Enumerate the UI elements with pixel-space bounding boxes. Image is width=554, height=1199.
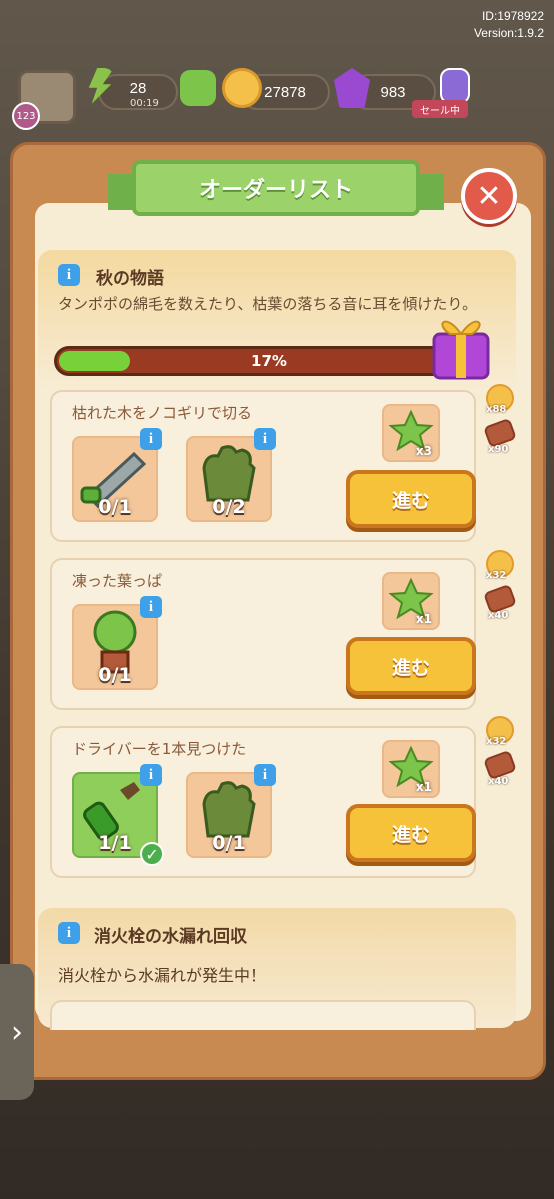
required-item-glove[interactable]: i 0/2 bbox=[186, 428, 276, 522]
side-reward: x88 x90 bbox=[480, 384, 520, 455]
side-coin-count: x88 bbox=[486, 404, 507, 415]
task-name: 枯れた木をノコギリで切る bbox=[72, 404, 253, 422]
dialog-title-ribbon: オーダーリスト bbox=[108, 160, 444, 216]
item-count: 0/1 bbox=[98, 496, 132, 518]
required-item-glove[interactable]: i 0/1 bbox=[186, 764, 276, 858]
go-button[interactable]: 進む bbox=[346, 804, 476, 862]
reward-count: x1 bbox=[415, 612, 432, 626]
item-info-icon[interactable]: i bbox=[140, 764, 162, 786]
story-progress-bar: 17% bbox=[54, 346, 484, 376]
progress-text: 17% bbox=[251, 352, 287, 370]
item-count: 0/2 bbox=[212, 496, 246, 518]
side-drawer-tab[interactable]: › bbox=[0, 964, 34, 1100]
user-id-text: ID:1978922 bbox=[481, 9, 544, 23]
coin-icon bbox=[222, 68, 262, 108]
side-coin-count: x32 bbox=[486, 570, 507, 581]
item-count: 0/1 bbox=[212, 832, 246, 854]
resource-bar: 123 28 00:19 27878 983 セール中 bbox=[0, 60, 554, 130]
side-reward: x32 x40 bbox=[480, 716, 520, 787]
side-wood-count: x40 bbox=[488, 610, 509, 621]
sale-badge: セール中 bbox=[412, 100, 468, 118]
reward-count: x3 bbox=[415, 444, 432, 458]
task-name: 凍った葉っぱ bbox=[72, 572, 163, 590]
go-button[interactable]: 進む bbox=[346, 637, 476, 695]
dialog-title: オーダーリスト bbox=[132, 160, 420, 216]
build-info: ID:1978922 Version:1.9.2 bbox=[474, 8, 544, 42]
gift-box-icon[interactable] bbox=[428, 306, 494, 380]
story-title: 秋の物語 bbox=[96, 269, 164, 289]
task-reward: x3 bbox=[382, 404, 440, 462]
check-icon: ✓ bbox=[140, 842, 164, 866]
story-info-icon[interactable]: i bbox=[58, 264, 80, 286]
side-wood-count: x90 bbox=[488, 444, 509, 455]
task-name: ドライバーを1本見つけた bbox=[72, 740, 247, 758]
go-button[interactable]: 進む bbox=[346, 470, 476, 528]
version-text: Version:1.9.2 bbox=[473, 26, 544, 40]
item-info-icon[interactable]: i bbox=[140, 428, 162, 450]
gem-value: 983 bbox=[380, 83, 406, 101]
reward-count: x1 bbox=[415, 780, 432, 794]
level-badge: 123 bbox=[12, 102, 40, 130]
task-reward: x1 bbox=[382, 572, 440, 630]
story2-description: 消火栓から水漏れが発生中！ bbox=[58, 966, 267, 985]
story2-title: 消火栓の水漏れ回収 bbox=[94, 927, 247, 947]
task-card-partial bbox=[50, 1000, 476, 1030]
coin-value: 27878 bbox=[264, 83, 306, 101]
side-coin-count: x32 bbox=[486, 736, 507, 747]
shop-icon[interactable] bbox=[440, 68, 470, 104]
required-item-saw[interactable]: i 0/1 bbox=[72, 428, 162, 522]
energy-value: 28 bbox=[129, 79, 147, 97]
energy-shop-icon[interactable] bbox=[180, 70, 216, 106]
chevron-right-icon: › bbox=[11, 1014, 23, 1050]
side-wood-count: x40 bbox=[488, 776, 509, 787]
close-icon: ✕ bbox=[476, 178, 502, 214]
item-info-icon[interactable]: i bbox=[140, 596, 162, 618]
item-count: 0/1 bbox=[98, 664, 132, 686]
required-item-tree[interactable]: i 0/1 bbox=[72, 596, 162, 690]
item-info-icon[interactable]: i bbox=[254, 428, 276, 450]
side-reward: x32 x40 bbox=[480, 550, 520, 621]
close-button[interactable]: ✕ bbox=[461, 168, 517, 224]
story2-info-icon[interactable]: i bbox=[58, 922, 80, 944]
energy-timer: 00:19 bbox=[130, 98, 159, 109]
item-info-icon[interactable]: i bbox=[254, 764, 276, 786]
task-reward: x1 bbox=[382, 740, 440, 798]
